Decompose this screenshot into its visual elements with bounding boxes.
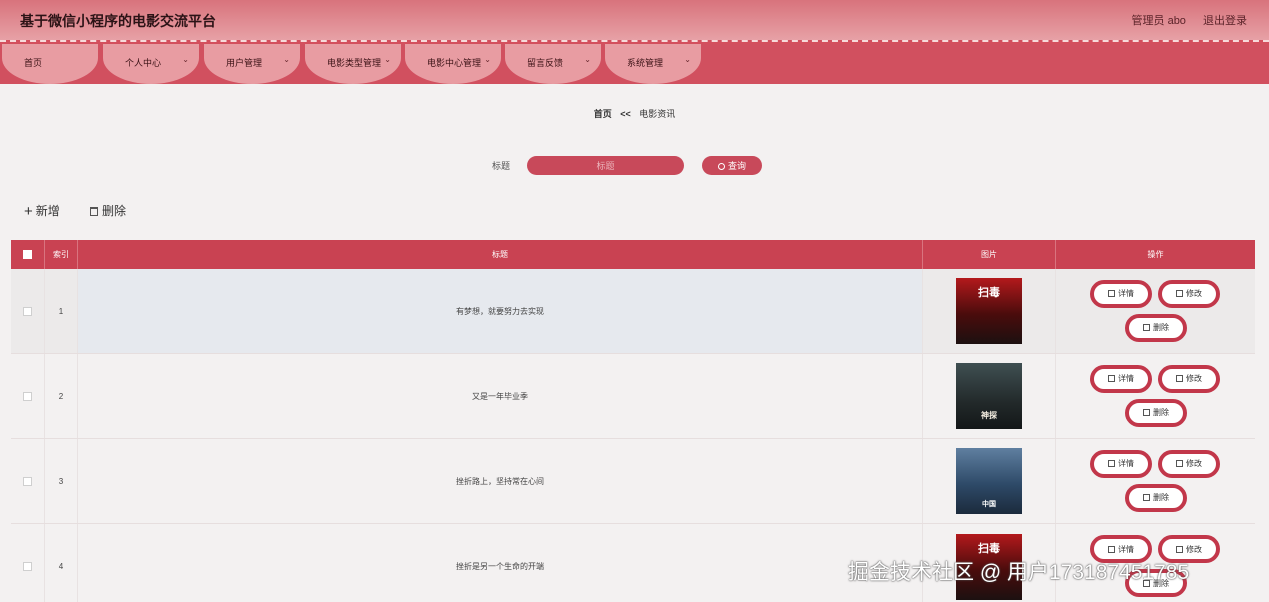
movie-poster-image: 扫毒 [956,278,1022,344]
document-icon [1108,545,1115,553]
table-row: 2 又是一年毕业季 神探 详情 修改 删除 [11,354,1255,439]
chevron-down-icon: ⌄ [384,55,391,64]
logout-link[interactable]: 退出登录 [1203,15,1247,27]
breadcrumb-separator: << [620,109,631,119]
document-icon [1108,460,1115,467]
chevron-down-icon: ⌄ [182,55,189,64]
movie-poster-image: 神探 [956,363,1022,429]
row-checkbox[interactable] [23,476,32,486]
delete-button[interactable]: 删除 [1125,313,1187,342]
edit-button[interactable]: 修改 [1158,364,1220,393]
trash-icon [90,207,98,216]
nav-item-system-management[interactable]: 系统管理 ⌄ [605,44,701,84]
delete-button[interactable]: 删除 [1125,483,1187,512]
search-label: 标题 [492,161,511,171]
add-button[interactable]: + 新增 [24,202,60,220]
row-title: 有梦想，就要努力去实现 [78,269,923,353]
row-checkbox[interactable] [23,562,32,571]
document-icon [1108,290,1115,297]
table-row: 1 有梦想，就要努力去实现 扫毒 详情 修改 删除 [11,269,1255,354]
column-header-title: 标题 [78,240,923,269]
edit-icon [1176,460,1183,467]
detail-button[interactable]: 详情 [1090,364,1152,393]
chevron-down-icon: ⌄ [684,55,691,64]
chevron-down-icon: ⌄ [484,55,491,64]
detail-button[interactable]: 详情 [1090,449,1152,478]
current-user: 管理员 abo [1131,15,1186,27]
row-index: 2 [45,354,78,438]
column-header-index: 索引 [45,240,78,269]
edit-icon [1176,375,1183,382]
row-title: 挫折是另一个生命的开端 [78,524,923,602]
detail-button[interactable]: 详情 [1090,279,1152,308]
edit-button[interactable]: 修改 [1158,449,1220,478]
search-input[interactable] [527,156,684,175]
user-area: 管理员 abo 退出登录 [1118,12,1247,28]
nav-item-feedback[interactable]: 留言反馈 ⌄ [505,44,601,84]
nav-item-personal-center[interactable]: 个人中心 ⌄ [103,44,199,84]
nav-item-movie-center-management[interactable]: 电影中心管理 ⌄ [405,44,501,84]
nav-item-user-management[interactable]: 用户管理 ⌄ [204,44,300,84]
breadcrumb: 首页 << 电影资讯 [0,107,1269,120]
edit-icon [1176,290,1183,297]
breadcrumb-current: 电影资讯 [639,109,676,119]
edit-icon [1176,545,1183,553]
top-bar: 基于微信小程序的电影交流平台 管理员 abo 退出登录 [0,0,1269,40]
app-title: 基于微信小程序的电影交流平台 [20,13,216,29]
row-index: 1 [45,269,78,353]
chevron-down-icon: ⌄ [283,55,290,64]
chevron-down-icon: ⌄ [584,55,591,64]
edit-button[interactable]: 修改 [1158,279,1220,308]
search-button[interactable]: 查询 [702,156,762,175]
row-index: 3 [45,439,78,523]
document-icon [1108,375,1115,382]
trash-icon [1143,409,1150,416]
trash-icon [1143,494,1150,501]
plus-icon: + [24,203,33,220]
column-header-actions: 操作 [1147,250,1164,259]
main-nav: 首页 个人中心 ⌄ 用户管理 ⌄ 电影类型管理 ⌄ 电影中心管理 ⌄ 留言反馈 ⌄ 系统管… [0,44,1269,84]
breadcrumb-home[interactable]: 首页 [594,109,612,119]
row-checkbox[interactable] [23,391,32,401]
select-all-checkbox[interactable] [23,250,32,259]
column-header-image: 图片 [923,240,1056,269]
row-title: 挫折路上，坚持常在心间 [78,439,923,523]
batch-delete-button[interactable]: 删除 [90,202,126,219]
watermark: 掘金技术社区 @ 用户1731874517​85 [848,561,1190,584]
table-header: 索引 标题 图片 操作 [11,240,1255,269]
nav-item-movie-type-management[interactable]: 电影类型管理 ⌄ [305,44,401,84]
search-icon [717,163,725,170]
trash-icon [1143,324,1150,331]
row-title: 又是一年毕业季 [78,354,923,438]
table-row: 3 挫折路上，坚持常在心间 中国 详情 修改 删除 [11,439,1255,524]
nav-item-home[interactable]: 首页 [2,44,98,84]
delete-button[interactable]: 删除 [1125,398,1187,427]
movie-poster-image: 中国 [956,448,1022,514]
row-checkbox[interactable] [23,306,32,316]
row-index: 4 [45,524,78,602]
